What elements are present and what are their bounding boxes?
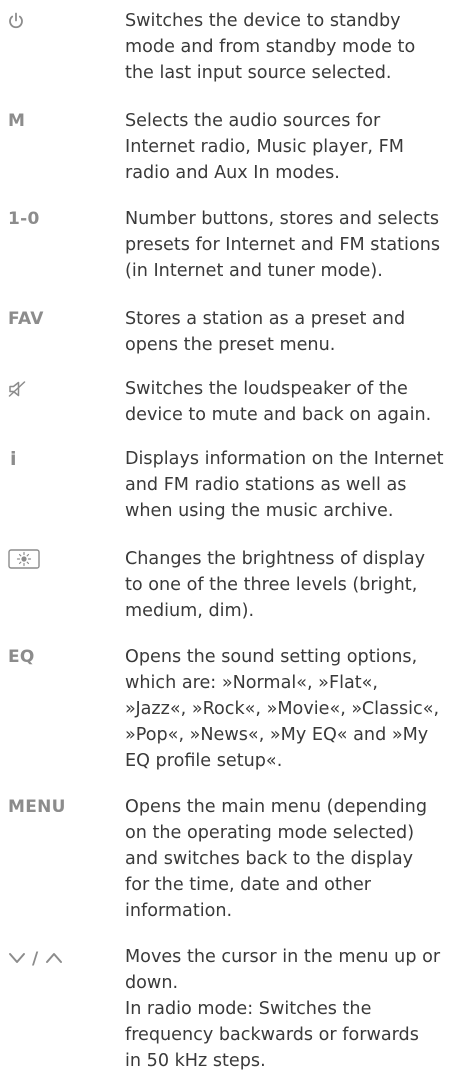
entry-description: Opens the sound setting options, which a… xyxy=(125,647,440,771)
brightness-icon xyxy=(8,549,40,569)
mute-icon xyxy=(8,380,26,398)
entry-description: Displays information on the Internet and… xyxy=(125,449,444,521)
entry-key: 1-0 xyxy=(8,209,40,229)
entry-key: EQ xyxy=(8,647,35,667)
entry-description: Selects the audio sources for Internet r… xyxy=(125,111,404,183)
page: { "entries": [ {"icon": "power-icon", "k… xyxy=(0,0,459,1088)
chevron-down-icon xyxy=(8,946,26,972)
entry-key: FAV xyxy=(8,309,44,329)
entry-description: Changes the brightness of display to one… xyxy=(125,549,426,621)
entry-description: Number buttons, stores and selects prese… xyxy=(125,209,441,281)
entry-description: Moves the cursor in the menu up or down.… xyxy=(125,947,441,1071)
slash-separator: / xyxy=(32,949,39,969)
entry-key: M xyxy=(8,111,26,131)
entry-description: Opens the main menu (depending on the op… xyxy=(125,797,427,921)
chevron-up-icon xyxy=(45,946,63,972)
entry-description: Switches the loudspeaker of the device t… xyxy=(125,379,432,425)
entry-key: MENU xyxy=(8,797,66,817)
entry-key: i xyxy=(10,448,17,470)
cursor-keys: / xyxy=(8,946,63,972)
entry-description: Switches the device to standby mode and … xyxy=(125,11,416,83)
power-icon xyxy=(8,12,24,30)
entry-description: Stores a station as a preset and opens t… xyxy=(125,309,406,355)
